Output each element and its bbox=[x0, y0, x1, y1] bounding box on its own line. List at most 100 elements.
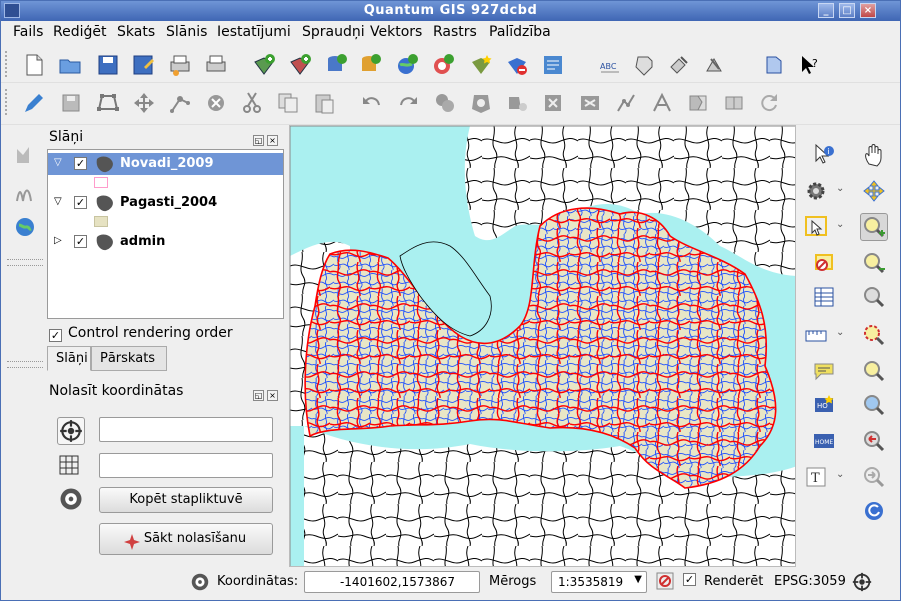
float-icon[interactable]: ◱ bbox=[253, 390, 264, 401]
zoom-out-icon[interactable] bbox=[860, 249, 888, 277]
label-icon[interactable]: ABC bbox=[597, 52, 623, 78]
text-annotation-icon[interactable]: T bbox=[802, 463, 830, 491]
expand-arrow[interactable]: ▽ bbox=[54, 157, 62, 168]
cut-icon[interactable] bbox=[239, 90, 265, 116]
plugin2-icon[interactable] bbox=[701, 52, 727, 78]
save-as-icon[interactable] bbox=[130, 52, 156, 78]
layer-row-admin[interactable]: ▷ ✓ admin bbox=[48, 231, 283, 253]
control-rendering-checkbox[interactable]: ✓ bbox=[49, 329, 62, 342]
delete-part-icon[interactable] bbox=[577, 90, 603, 116]
tab-parskats[interactable]: Pārskats bbox=[91, 346, 167, 371]
zoom-last-icon[interactable] bbox=[860, 427, 888, 455]
save-edits-icon[interactable] bbox=[58, 90, 84, 116]
scale-combobox[interactable]: 1:3535819 ▼ bbox=[551, 571, 647, 593]
toolbar-grip[interactable] bbox=[5, 51, 9, 77]
move-feature-icon[interactable] bbox=[131, 90, 157, 116]
delete-ring-icon[interactable] bbox=[540, 90, 566, 116]
help-book-icon[interactable] bbox=[761, 52, 787, 78]
copy-clipboard-button[interactable]: Kopēt stapliktuvē bbox=[99, 487, 273, 513]
add-ring-icon[interactable] bbox=[468, 90, 494, 116]
close-icon[interactable]: × bbox=[860, 3, 876, 18]
merge-attributes-icon[interactable] bbox=[721, 90, 747, 116]
chevron-down-icon[interactable]: ⌄ bbox=[836, 327, 844, 338]
menu-skats[interactable]: Skats bbox=[117, 24, 155, 40]
menu-paliga[interactable]: Palīdzība bbox=[489, 24, 551, 40]
rotate-icon[interactable] bbox=[756, 90, 782, 116]
pan-to-selection-icon[interactable] bbox=[860, 177, 888, 205]
panel-close-icon[interactable]: × bbox=[267, 135, 278, 146]
layer-checkbox[interactable]: ✓ bbox=[74, 196, 87, 209]
identify-icon[interactable]: i bbox=[810, 141, 838, 169]
attribute-table-icon[interactable] bbox=[810, 283, 838, 311]
control-rendering-order[interactable]: ✓ Control rendering order bbox=[49, 325, 233, 342]
panel-close-icon[interactable]: × bbox=[267, 390, 278, 401]
map-canvas[interactable] bbox=[289, 125, 796, 567]
new-bookmark-icon[interactable]: HO bbox=[810, 391, 838, 419]
chevron-down-icon[interactable]: ⌄ bbox=[836, 219, 844, 230]
left-tool-1-icon[interactable] bbox=[13, 143, 39, 169]
zoom-to-selection-icon[interactable] bbox=[860, 321, 888, 349]
expand-arrow[interactable]: ▷ bbox=[54, 235, 62, 246]
open-project-icon[interactable] bbox=[57, 52, 83, 78]
show-bookmarks-icon[interactable]: HOME bbox=[810, 427, 838, 455]
maximize-icon[interactable]: □ bbox=[839, 3, 855, 18]
projection-icon[interactable] bbox=[851, 571, 873, 593]
layer-checkbox[interactable]: ✓ bbox=[74, 235, 87, 248]
select-icon[interactable] bbox=[802, 213, 830, 241]
node-tool-icon[interactable] bbox=[167, 90, 193, 116]
layer-row-pagasti[interactable]: ▽ ✓ Pagasti_2004 bbox=[48, 192, 283, 214]
coordinates-field[interactable]: -1401602,1573867 bbox=[304, 571, 480, 593]
toolbar-grip-2[interactable] bbox=[5, 89, 9, 115]
edit-pencil-icon[interactable] bbox=[21, 90, 47, 116]
save-project-icon[interactable] bbox=[95, 52, 121, 78]
zoom-full-icon[interactable] bbox=[860, 283, 888, 311]
stop-render-icon[interactable] bbox=[656, 572, 674, 590]
capture-coords-icon[interactable] bbox=[57, 485, 85, 513]
copy-icon[interactable] bbox=[275, 90, 301, 116]
layer-row-novadi[interactable]: ▽ ✓ Novadi_2009 bbox=[48, 153, 283, 175]
epsg-label[interactable]: EPSG:3059 bbox=[774, 574, 846, 589]
menu-fails[interactable]: Fails bbox=[13, 24, 43, 40]
menu-vektors[interactable]: Vektors bbox=[370, 24, 422, 40]
chevron-down-icon[interactable]: ⌄ bbox=[836, 183, 844, 194]
print-icon[interactable] bbox=[203, 52, 229, 78]
coordinate-field-1[interactable] bbox=[99, 417, 273, 442]
refresh-icon[interactable] bbox=[860, 497, 888, 525]
gear-icon[interactable] bbox=[802, 177, 830, 205]
menu-spraudni[interactable]: Spraudņi bbox=[302, 24, 365, 40]
simplify-icon[interactable] bbox=[432, 90, 458, 116]
left-tool-2-icon[interactable] bbox=[13, 181, 39, 207]
zoom-next-icon[interactable] bbox=[860, 463, 888, 491]
remove-layer-icon[interactable] bbox=[504, 52, 530, 78]
print-composer-icon[interactable] bbox=[167, 52, 193, 78]
new-shapefile-icon[interactable] bbox=[468, 52, 494, 78]
menu-redige[interactable]: Rediģēt bbox=[53, 24, 106, 40]
minimize-icon[interactable]: _ bbox=[818, 3, 834, 18]
map-tips-icon[interactable] bbox=[860, 391, 888, 419]
add-polygon-icon[interactable] bbox=[95, 90, 121, 116]
plugin-icon[interactable] bbox=[666, 52, 692, 78]
menu-slanis[interactable]: Slānis bbox=[166, 24, 207, 40]
add-wms-layer-icon[interactable] bbox=[394, 52, 420, 78]
measure-icon[interactable] bbox=[802, 321, 830, 349]
pan-icon[interactable] bbox=[860, 141, 888, 169]
delete-selected-icon[interactable] bbox=[203, 90, 229, 116]
add-raster-layer-icon[interactable] bbox=[287, 52, 313, 78]
coords-capture-icon[interactable] bbox=[189, 571, 211, 593]
add-postgis-layer-icon[interactable] bbox=[323, 52, 349, 78]
add-spatialite-layer-icon[interactable] bbox=[357, 52, 383, 78]
layer-checkbox[interactable]: ✓ bbox=[74, 157, 87, 170]
split-icon[interactable] bbox=[649, 90, 675, 116]
new-project-icon[interactable] bbox=[21, 52, 47, 78]
redo-icon[interactable] bbox=[395, 90, 421, 116]
tab-slani[interactable]: Slāņi bbox=[47, 346, 91, 371]
start-capture-button[interactable]: Sākt nolasīšanu bbox=[99, 523, 273, 555]
menu-iestatijumi[interactable]: Iestatījumi bbox=[217, 24, 291, 40]
zoom-to-layer-icon[interactable] bbox=[860, 357, 888, 385]
coordinate-field-2[interactable] bbox=[99, 453, 273, 478]
add-wfs-layer-icon[interactable] bbox=[430, 52, 456, 78]
float-icon[interactable]: ◱ bbox=[253, 135, 264, 146]
whats-this-icon[interactable]: ? bbox=[797, 52, 823, 78]
merge-icon[interactable] bbox=[685, 90, 711, 116]
crs-select-icon[interactable] bbox=[57, 417, 85, 445]
